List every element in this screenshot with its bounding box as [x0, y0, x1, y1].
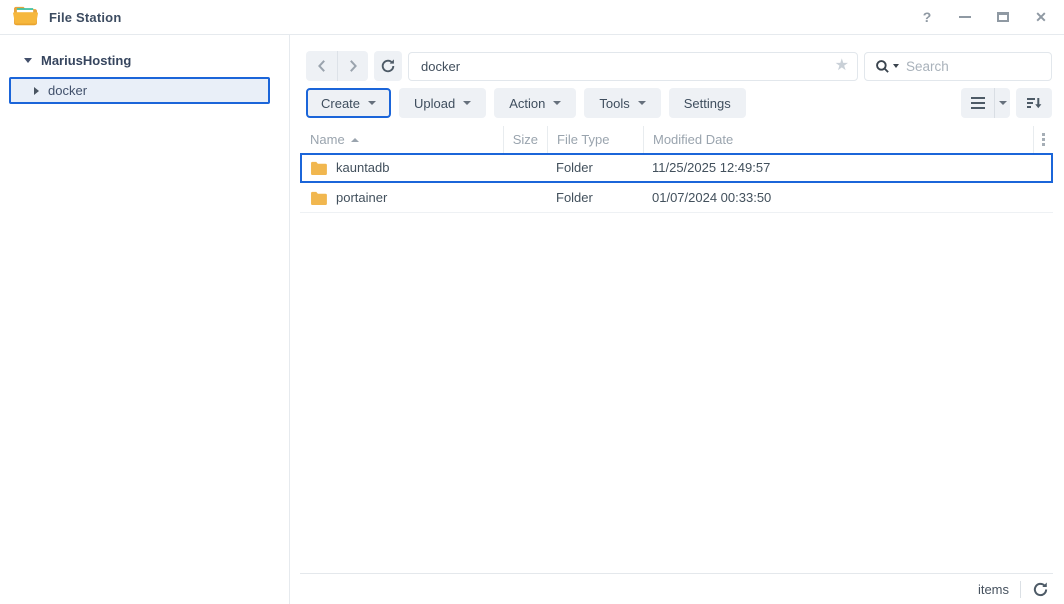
action-button[interactable]: Action — [494, 88, 577, 118]
column-header-size[interactable]: Size — [503, 126, 547, 153]
chevron-down-icon — [368, 101, 377, 105]
main-panel: docker ★ Search Create Upload Action Too… — [290, 35, 1064, 604]
kebab-menu-icon[interactable] — [1042, 133, 1045, 146]
folder-icon — [311, 191, 327, 205]
close-icon[interactable]: ✕ — [1034, 9, 1048, 25]
navigation-toolbar: docker ★ Search — [306, 51, 1052, 81]
file-station-window: File Station ? ✕ MariusHosting docker do… — [0, 0, 1064, 604]
table-row[interactable]: kauntadb Folder 11/25/2025 12:49:57 — [300, 153, 1053, 183]
chevron-right-icon — [350, 60, 357, 72]
upload-button[interactable]: Upload — [399, 88, 487, 118]
view-mode-caret[interactable] — [994, 88, 1010, 118]
refresh-button[interactable] — [374, 51, 402, 81]
sort-icon — [1027, 98, 1042, 109]
view-mode-button[interactable] — [961, 88, 1010, 118]
chevron-left-icon — [317, 60, 325, 72]
file-name: portainer — [336, 190, 388, 205]
search-icon — [876, 59, 889, 73]
chevron-down-icon — [463, 101, 472, 105]
path-value: docker — [421, 58, 461, 74]
chevron-down-icon — [637, 101, 646, 105]
sidebar-item-root[interactable]: MariusHosting — [0, 49, 289, 72]
divider — [1020, 580, 1021, 598]
chevron-down-icon — [553, 101, 562, 105]
search-input[interactable]: Search — [864, 51, 1052, 81]
app-title: File Station — [49, 9, 122, 25]
sort-button[interactable] — [1016, 88, 1052, 118]
chevron-down-icon[interactable] — [24, 58, 32, 63]
help-icon[interactable]: ? — [920, 9, 934, 25]
items-count-label: items — [977, 581, 1009, 597]
file-type: Folder — [556, 190, 593, 205]
chevron-right-icon[interactable] — [34, 86, 39, 95]
column-options-button[interactable] — [1033, 126, 1053, 153]
sort-ascending-icon — [350, 138, 359, 142]
titlebar: File Station ? ✕ — [0, 0, 1064, 35]
action-toolbar: Create Upload Action Tools Settings — [306, 88, 1052, 118]
list-header: Name Size File Type Modified Date — [300, 126, 1053, 153]
folder-icon — [311, 161, 327, 175]
file-list: Name Size File Type Modified Date kaunta… — [300, 126, 1053, 604]
sidebar-item-label: docker — [48, 83, 88, 98]
back-button[interactable] — [306, 51, 337, 81]
path-field[interactable]: docker ★ — [408, 51, 858, 81]
column-header-name[interactable]: Name — [300, 126, 503, 153]
app-folder-icon — [12, 4, 39, 30]
list-view-icon[interactable] — [961, 88, 994, 118]
list-empty-area — [300, 213, 1053, 573]
table-row[interactable]: portainer Folder 01/07/2024 00:33:50 — [300, 183, 1053, 213]
settings-button[interactable]: Settings — [668, 88, 746, 118]
refresh-icon — [1033, 581, 1048, 596]
refresh-list-button[interactable] — [1032, 581, 1049, 598]
modified-date: 01/07/2024 00:33:50 — [652, 190, 772, 205]
forward-button[interactable] — [337, 51, 368, 81]
sidebar: MariusHosting docker — [0, 35, 290, 604]
column-header-file-type[interactable]: File Type — [547, 126, 643, 153]
statusbar: items — [300, 573, 1053, 604]
tools-button[interactable]: Tools — [584, 88, 661, 118]
column-header-modified-date[interactable]: Modified Date — [643, 126, 1033, 153]
refresh-icon — [381, 59, 395, 73]
minimize-icon[interactable] — [958, 10, 972, 24]
file-name: kauntadb — [336, 160, 390, 175]
maximize-icon[interactable] — [996, 10, 1010, 24]
chevron-down-icon — [998, 101, 1007, 105]
modified-date: 11/25/2025 12:49:57 — [652, 160, 771, 175]
sidebar-item-docker[interactable]: docker — [9, 77, 270, 104]
file-type: Folder — [556, 160, 593, 175]
search-placeholder: Search — [906, 58, 949, 74]
sidebar-root-label: MariusHosting — [41, 53, 132, 68]
create-button[interactable]: Create — [306, 88, 392, 118]
star-icon[interactable]: ★ — [835, 58, 849, 74]
search-scope-caret-icon[interactable] — [893, 64, 899, 68]
